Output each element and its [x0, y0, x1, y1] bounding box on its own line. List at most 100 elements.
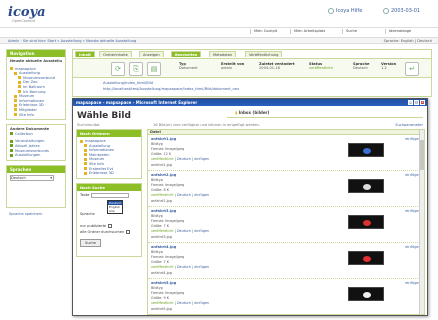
image-format: Format: Image/jpeg — [151, 147, 185, 151]
image-status-line: veröffentlicht | Deutsch | einfügen — [151, 157, 210, 161]
tab-inhalt[interactable]: Inhalt — [75, 51, 95, 57]
nav-tab-suche[interactable]: Suche — [342, 29, 357, 34]
insert-inline-link[interactable]: einfügen — [194, 229, 209, 233]
search-button[interactable]: Suche — [80, 238, 102, 247]
folder-item[interactable]: Erlebnisse 3D — [80, 171, 138, 176]
image-language: Deutsch — [176, 265, 191, 269]
dropdown-option[interactable]: Alle — [108, 209, 122, 213]
result-count: 16 Bild(er) sind verfügbar und können in… — [153, 123, 260, 127]
navigation-box: Navigation Neuste aktuelle Ausstellung m… — [6, 49, 66, 121]
scrollbar-thumb[interactable] — [420, 140, 424, 170]
copy-icon[interactable]: ⎘ — [129, 62, 143, 76]
image-status: veröffentlicht — [151, 229, 174, 233]
help-link[interactable]: Icoya Hilfe — [328, 8, 362, 14]
close-button[interactable]: × — [420, 100, 425, 105]
save-icon[interactable]: ↵ — [405, 62, 419, 76]
content-tabs: Inhalt Ordnerinhalte Anzeigen Bearbeiten… — [73, 50, 431, 57]
tab-bearbeiten[interactable]: Bearbeiten — [171, 51, 202, 57]
image-status: veröffentlicht — [151, 301, 174, 305]
image-size: Größe: 9 K — [151, 296, 169, 300]
tab-metadaten[interactable]: Metadaten — [209, 51, 237, 57]
logo-subtitle: OpenContent — [12, 19, 36, 23]
image-status-line: veröffentlicht | Deutsch | einfügen — [151, 301, 210, 305]
text-search-input[interactable] — [91, 192, 130, 198]
image-type: Bildtyp — [151, 250, 163, 254]
image-row[interactable]: anfahrt4.jpg Bildtyp Format: Image/jpeg Grö… — [148, 243, 424, 279]
image-filename-secondary: anfahrt2.jpg — [151, 199, 172, 203]
minimize-button[interactable]: _ — [408, 100, 413, 105]
insert-inline-link[interactable]: einfügen — [194, 193, 209, 197]
language-value: Deutsch — [11, 175, 26, 180]
window-title-bar: mapsapace - mapsapace - Microsoft Intern… — [73, 99, 427, 106]
content-panel: Inhalt Ordnerinhalte Anzeigen Bearbeiten… — [72, 49, 432, 97]
image-language: Deutsch — [176, 229, 191, 233]
insert-inline-link[interactable]: einfügen — [194, 301, 209, 305]
image-status-line: veröffentlicht | Deutsch | einfügen — [151, 193, 210, 197]
image-thumbnail[interactable] — [348, 251, 384, 265]
nav-tab-ideenablage[interactable]: Ideenablage — [385, 29, 411, 34]
insert-inline-link[interactable]: einfügen — [194, 265, 209, 269]
image-status-line: veröffentlicht | Deutsch | einfügen — [151, 265, 210, 269]
thumbnail-highlight — [363, 220, 371, 226]
published-checkbox[interactable] — [108, 223, 113, 228]
breadcrumb[interactable]: Admin · Sie sind hier: Start » Ausstellu… — [8, 39, 136, 43]
folder-tree-title: Nach Ordnern — [77, 130, 141, 137]
image-format: Format: Image/jpeg — [151, 183, 185, 187]
search-box: Nach Suche Texte Sprache Deutsch English… — [76, 182, 142, 257]
image-filename[interactable]: anfahrt3.jpg — [151, 209, 176, 213]
image-row[interactable]: anfahrt1.jpg Bildtyp Format: Image/jpeg Grö… — [148, 135, 424, 171]
meta-version: Version 1.2 — [381, 62, 397, 70]
language-label: Sprache — [80, 211, 95, 216]
language-switch[interactable]: Sprache: English | Deutsch — [384, 39, 432, 43]
image-thumbnail[interactable] — [348, 143, 384, 157]
image-thumbnail[interactable] — [348, 179, 384, 193]
sidebar-tree-item[interactable]: Site Info — [10, 113, 62, 118]
image-filename[interactable]: anfahrt5.jpg — [151, 281, 176, 285]
popup-subheading: Suchresultat — [77, 123, 100, 127]
image-row[interactable]: anfahrt3.jpg Bildtyp Format: Image/jpeg Grö… — [148, 207, 424, 243]
image-language: Deutsch — [176, 193, 191, 197]
meta-language: Sprache Deutsch — [353, 62, 370, 70]
image-row[interactable]: anfahrt5.jpg Bildtyp Format: Image/jpeg Grö… — [148, 279, 424, 314]
image-filename[interactable]: anfahrt1.jpg — [151, 137, 176, 141]
top-bar: icoya OpenContent Icoya Hilfe 2003-03-01 — [0, 0, 438, 28]
language-select[interactable]: Deutsch ▾ — [10, 174, 54, 181]
image-filename[interactable]: anfahrt2.jpg — [151, 173, 176, 177]
search-params-link[interactable]: Suchparameter — [395, 123, 423, 127]
path-link[interactable]: Ausstellung/Index_html/Bild — [103, 81, 153, 85]
image-filename-secondary: anfahrt1.jpg — [151, 163, 172, 167]
thumbnail-highlight — [363, 184, 371, 190]
meta-type: Typ Dokument — [179, 62, 198, 70]
document-link[interactable]: Ausstellungen — [10, 153, 62, 158]
maximize-button[interactable]: □ — [414, 100, 419, 105]
language-dropdown[interactable]: Deutsch English Alle — [107, 199, 123, 214]
url-link[interactable]: http://localhost/test/Ausstellung/mapsap… — [103, 87, 239, 91]
tab-veroeffentlichung[interactable]: Veröffentlichung — [245, 51, 283, 57]
image-type: Bildtyp — [151, 286, 163, 290]
app-logo[interactable]: icoya — [8, 5, 46, 20]
image-picker-window: mapsapace - mapsapace - Microsoft Intern… — [72, 98, 428, 316]
image-list: Datei anfahrt1.jpg Bildtyp Format: Image/j… — [147, 129, 425, 315]
image-thumbnail[interactable] — [348, 287, 384, 301]
breadcrumb-bar: Admin · Sie sind hier: Start » Ausstellu… — [0, 37, 438, 44]
list-scrollbar[interactable] — [419, 130, 424, 314]
image-thumbnail[interactable] — [348, 215, 384, 229]
refresh-icon[interactable]: ⟳ — [111, 62, 125, 76]
image-filename[interactable]: anfahrt4.jpg — [151, 245, 176, 249]
tab-ordnerinhalte[interactable]: Ordnerinhalte — [99, 51, 132, 57]
nav-tab-arbeitsplatz[interactable]: Mein Arbeitsplatz — [290, 29, 325, 34]
image-filename-secondary: anfahrt5.jpg — [151, 307, 172, 311]
document-icon[interactable]: ▤ — [147, 62, 161, 76]
section-title: Neuste aktuelle Ausstellung — [10, 59, 62, 63]
subfolder-label: alle Ordner durchsuchen — [80, 229, 125, 234]
current-path: ▮ Inbox (bilder) — [227, 110, 423, 118]
subfolder-checkbox[interactable] — [126, 229, 131, 234]
nav-tab-cockpit[interactable]: Mein Cockpit — [250, 29, 277, 34]
image-row[interactable]: anfahrt2.jpg Bildtyp Format: Image/jpeg Grö… — [148, 171, 424, 207]
help-label: Icoya Hilfe — [336, 8, 363, 14]
popup-left-panel: Nach Ordnern mapsapace Ausstellung Infor… — [76, 129, 142, 261]
language-title: Sprachen — [7, 165, 65, 173]
insert-inline-link[interactable]: einfügen — [194, 157, 209, 161]
tab-anzeigen[interactable]: Anzeigen — [139, 51, 164, 57]
save-language-link[interactable]: Sprache speichern — [9, 212, 66, 216]
